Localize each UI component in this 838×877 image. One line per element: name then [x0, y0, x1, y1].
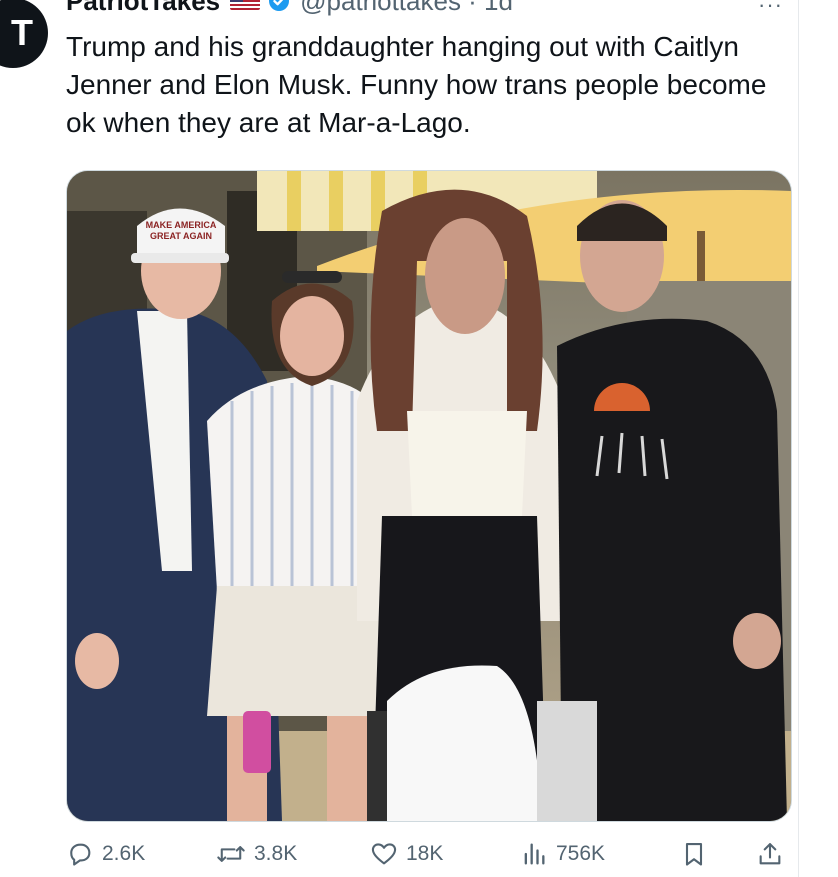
share-button[interactable]	[756, 836, 792, 872]
tweet-photo[interactable]: MAKE AMERICA GREAT AGAIN	[66, 170, 792, 822]
retweet-button[interactable]: 3.8K	[216, 836, 297, 872]
tweet-actions: 2.6K 3.8K 18K 756K	[66, 836, 790, 872]
ellipsis-icon[interactable]: ···	[758, 0, 783, 18]
hat-text-line1: MAKE AMERICA	[146, 220, 217, 230]
reply-count: 2.6K	[102, 842, 146, 865]
avatar[interactable]: T	[0, 0, 48, 68]
views-chart-icon	[524, 843, 545, 865]
views-count: 756K	[556, 842, 606, 865]
hat-text-line2: GREAT AGAIN	[150, 231, 212, 241]
photo-phone	[243, 711, 271, 773]
tweet-text: Trump and his granddaughter hanging out …	[66, 31, 767, 138]
us-flag-icon	[230, 0, 261, 10]
tweet-header: PatriotTakes @patriottakes · 1d	[66, 0, 513, 16]
timeline-border	[798, 0, 799, 877]
photo-of-four-people: MAKE AMERICA GREAT AGAIN	[67, 171, 791, 821]
reply-icon	[70, 843, 91, 866]
like-button[interactable]: 18K	[370, 836, 443, 872]
avatar-letter: T	[11, 12, 33, 53]
retweet-count: 3.8K	[254, 842, 298, 865]
bookmark-button[interactable]	[680, 836, 716, 872]
heart-icon	[371, 843, 397, 865]
display-name[interactable]: PatriotTakes	[66, 0, 220, 17]
bookmark-icon	[685, 843, 703, 866]
reply-button[interactable]: 2.6K	[66, 836, 145, 872]
verified-badge-icon[interactable]	[268, 0, 290, 12]
handle-and-time[interactable]: @patriottakes · 1d	[300, 0, 513, 17]
like-count: 18K	[406, 842, 444, 865]
views-button[interactable]: 756K	[520, 836, 605, 872]
share-icon	[759, 843, 781, 865]
retweet-icon	[217, 846, 245, 862]
